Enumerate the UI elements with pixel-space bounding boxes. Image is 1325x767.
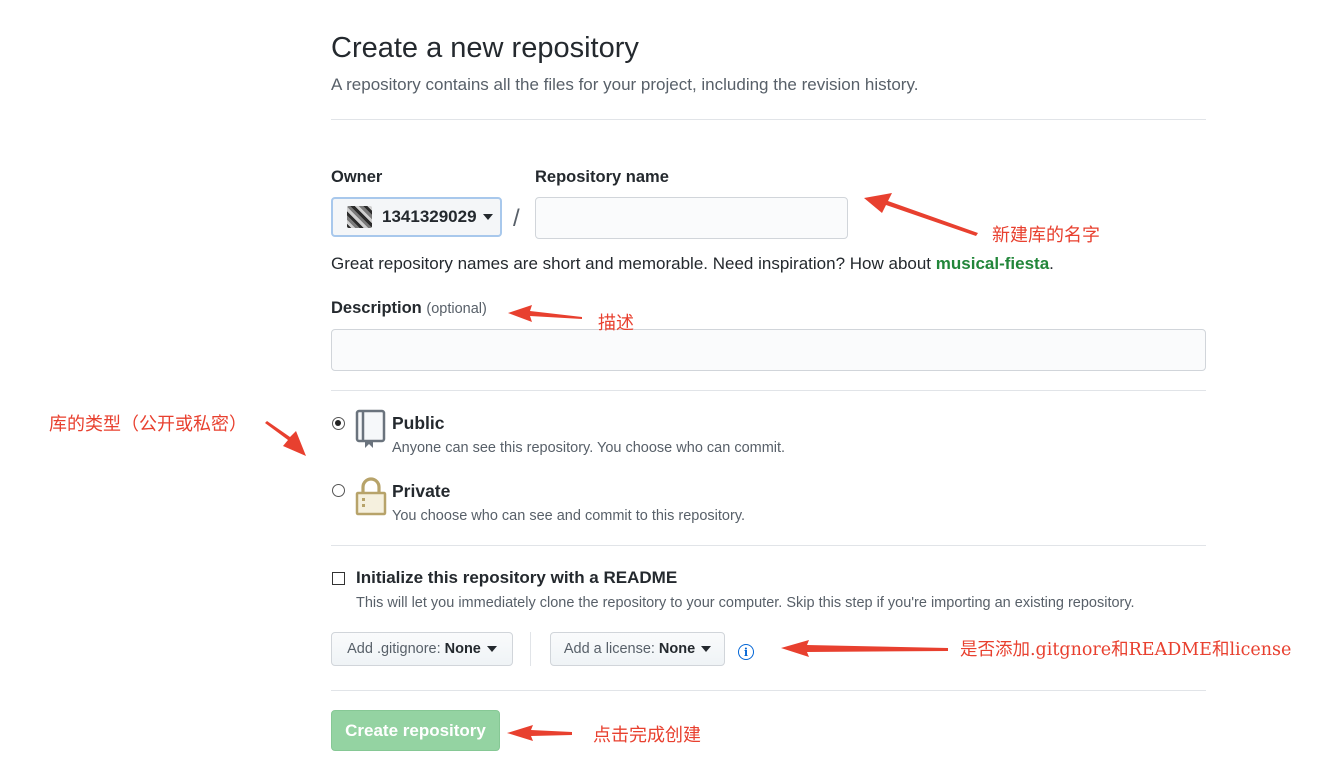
arrow-extras xyxy=(781,640,948,657)
arrow-visibility xyxy=(265,421,306,456)
annotation-extras: 是否添加.gitgnore和README和license xyxy=(960,640,1292,660)
annotation-create: 点击完成创建 xyxy=(593,725,701,746)
arrow-create xyxy=(507,725,572,741)
arrow-description xyxy=(508,305,582,322)
annotation-description: 描述 xyxy=(598,313,634,334)
arrow-repo-name xyxy=(864,193,978,236)
annotation-repo-name: 新建库的名字 xyxy=(992,225,1100,246)
annotation-visibility: 库的类型（公开或私密） xyxy=(49,414,247,435)
